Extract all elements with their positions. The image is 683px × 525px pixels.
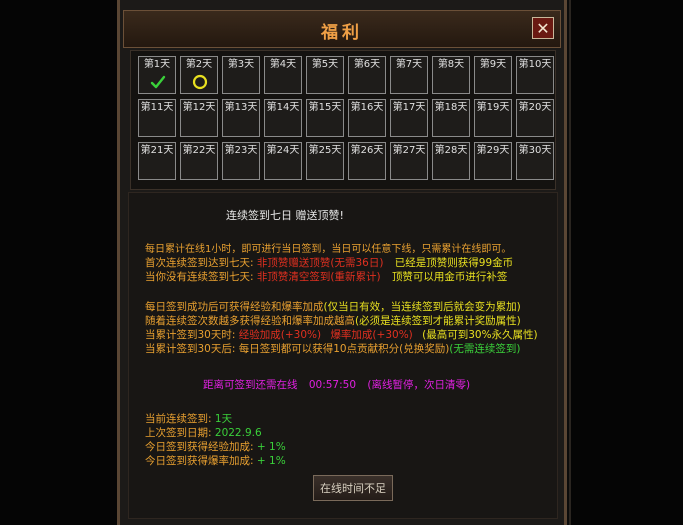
day-cell[interactable]: 第8天: [432, 56, 470, 94]
day-cell[interactable]: 第29天: [474, 142, 512, 180]
day-label: 第19天: [476, 102, 510, 113]
drop-bonus-row: 今日签到获得爆率加成: + 1%: [145, 455, 286, 467]
last-sign-row: 上次签到日期: 2022.9.6: [145, 427, 262, 439]
dialog-titlebar: 福利 ✕: [123, 10, 561, 48]
day-label: 第4天: [269, 59, 297, 70]
day-label: 第16天: [350, 102, 384, 113]
day-cell[interactable]: 第22天: [180, 142, 218, 180]
day-label: 第5天: [311, 59, 339, 70]
check-icon: [150, 75, 166, 89]
sign-in-calendar: 第1天 第2天 第3天 第4天 第5天 第6天 第7天 第8天 第9天 第10天 第11天 第12天第…: [130, 50, 556, 190]
day-label: 第9天: [479, 59, 507, 70]
day-label: 第21天: [140, 145, 174, 156]
day-label: 第25天: [308, 145, 342, 156]
day-label: 第15天: [308, 102, 342, 113]
day-label: 第22天: [182, 145, 216, 156]
day-label: 第17天: [392, 102, 426, 113]
day-cell[interactable]: 第26天: [348, 142, 386, 180]
day-label: 第20天: [518, 102, 552, 113]
dialog-title: 福利: [321, 23, 363, 43]
day-label: 第3天: [227, 59, 255, 70]
sign-in-info-panel: 连续签到七日 赠送顶赞! 每日累计在线1小时，即可进行当日签到，当日可以任意下线…: [128, 192, 558, 519]
streak-row: 当前连续签到: 1天: [145, 413, 233, 425]
day-cell[interactable]: 第10天: [516, 56, 554, 94]
rule-first-streak: 首次连续签到达到七天: 非顶赞赠送顶赞(无需36日) 已经是顶赞则获得99金币: [145, 257, 514, 269]
exp-bonus-row: 今日签到获得经验加成: + 1%: [145, 441, 286, 453]
day-label: 第8天: [437, 59, 465, 70]
day-label: 第27天: [392, 145, 426, 156]
left-backdrop: [0, 0, 119, 525]
day-cell[interactable]: 第14天: [264, 99, 302, 137]
day-cell[interactable]: 第28天: [432, 142, 470, 180]
day-label: 第2天: [185, 59, 213, 70]
day-label: 第10天: [518, 59, 552, 70]
day-cell[interactable]: 第9天: [474, 56, 512, 94]
close-icon: ✕: [536, 19, 550, 38]
day-cell[interactable]: 第23天: [222, 142, 260, 180]
day-label: 第24天: [266, 145, 300, 156]
day-cell[interactable]: 第13天: [222, 99, 260, 137]
right-backdrop: [569, 0, 683, 525]
day-cell[interactable]: 第17天: [390, 99, 428, 137]
day-label: 第1天: [143, 59, 171, 70]
day-cell[interactable]: 第15天: [306, 99, 344, 137]
day-cell[interactable]: 第11天: [138, 99, 176, 137]
day-cell[interactable]: 第25天: [306, 142, 344, 180]
day-cell[interactable]: 第24天: [264, 142, 302, 180]
headline: 连续签到七日 赠送顶赞!: [226, 209, 344, 222]
circle-icon: [192, 74, 208, 90]
rule-bonus-growth: 随着连续签次数越多获得经验和爆率加成越高(必须是连续签到才能累计奖励属性): [145, 315, 521, 327]
rule-after-30-days: 当累计签到30天后: 每日签到都可以获得10点贡献积分(兑换奖励)(无需连续签到…: [145, 343, 521, 355]
day-cell[interactable]: 第27天: [390, 142, 428, 180]
day-cell[interactable]: 第21天: [138, 142, 176, 180]
day-cell[interactable]: 第6天: [348, 56, 386, 94]
day-label: 第29天: [476, 145, 510, 156]
day-label: 第12天: [182, 102, 216, 113]
day-cell[interactable]: 第20天: [516, 99, 554, 137]
day-cell[interactable]: 第4天: [264, 56, 302, 94]
day-label: 第30天: [518, 145, 552, 156]
day-label: 第7天: [395, 59, 423, 70]
day-label: 第11天: [140, 102, 174, 113]
day-label: 第6天: [353, 59, 381, 70]
sign-in-button[interactable]: 在线时间不足: [313, 475, 393, 501]
day-cell[interactable]: 第19天: [474, 99, 512, 137]
day-cell[interactable]: 第16天: [348, 99, 386, 137]
day-label: 第23天: [224, 145, 258, 156]
day-cell[interactable]: 第2天: [180, 56, 218, 94]
rule-broken-streak: 当你没有连续签到七天: 非顶赞清空签到(重新累计) 顶赞可以用金币进行补签: [145, 271, 508, 283]
close-button[interactable]: ✕: [532, 17, 554, 39]
day-cell[interactable]: 第7天: [390, 56, 428, 94]
day-label: 第26天: [350, 145, 384, 156]
day-label: 第13天: [224, 102, 258, 113]
day-cell[interactable]: 第5天: [306, 56, 344, 94]
countdown: 距离可签到还需在线 00:57:50 (离线暂停，次日清零): [203, 379, 471, 391]
day-cell[interactable]: 第1天: [138, 56, 176, 94]
rule-30-days: 当累计签到30天时: 经验加成(+30%) 爆率加成(+30%) (最高可到30…: [145, 329, 538, 341]
day-label: 第14天: [266, 102, 300, 113]
day-cell[interactable]: 第30天: [516, 142, 554, 180]
day-label: 第28天: [434, 145, 468, 156]
day-cell[interactable]: 第18天: [432, 99, 470, 137]
day-cell[interactable]: 第12天: [180, 99, 218, 137]
day-cell[interactable]: 第3天: [222, 56, 260, 94]
welfare-dialog: 福利 ✕ 第1天 第2天 第3天 第4天 第5天 第6天 第7天 第8天 第9天 第10天第11天…: [117, 0, 567, 525]
rule-online-hour: 每日累计在线1小时，即可进行当日签到，当日可以任意下线，只需累计在线即可。: [145, 244, 512, 255]
rule-daily-bonus: 每日签到成功后可获得经验和爆率加成(仅当日有效，当连续签到后就会变为累加): [145, 301, 521, 313]
day-label: 第18天: [434, 102, 468, 113]
